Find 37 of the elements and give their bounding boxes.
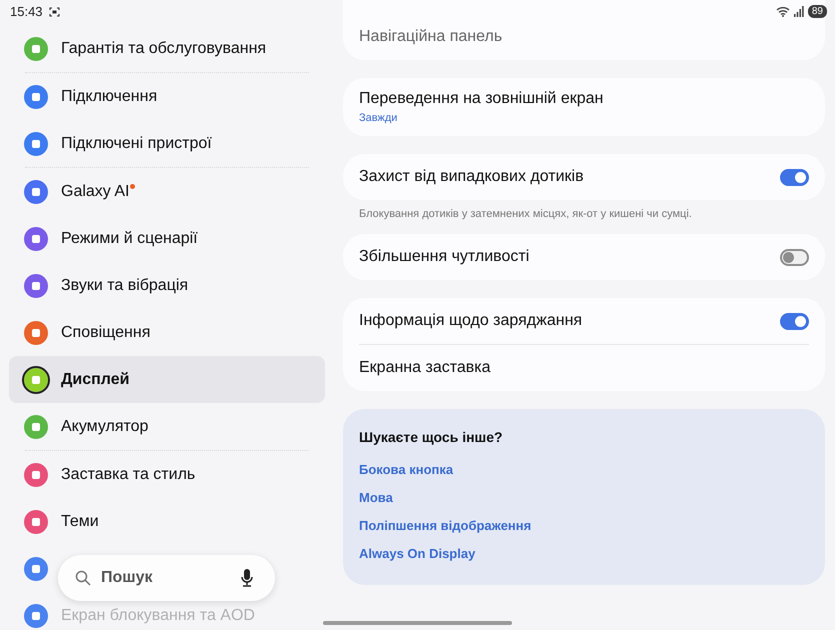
setting-title[interactable]: Збільшення чутливості	[359, 248, 530, 266]
suggestion-link[interactable]: Always On Display	[359, 546, 476, 561]
setting-title[interactable]: Переведення на зовнішній екран	[359, 90, 604, 108]
sidebar-item[interactable]: Galaxy AI	[61, 182, 130, 200]
screenshot-icon	[48, 6, 60, 16]
setting-title[interactable]: Екранна заставка	[359, 359, 491, 377]
toggle-switch[interactable]	[780, 168, 809, 186]
sidebar-item[interactable]: Дисплей	[61, 370, 130, 388]
signal-icon	[794, 6, 804, 17]
toggle-switch[interactable]	[780, 248, 809, 266]
setting-description: Блокування дотиків у затемнених місцях, як-от у кишені чи сумці.	[358, 207, 693, 222]
sidebar-item[interactable]: Підключення	[61, 88, 158, 106]
setting-title[interactable]: Навігаційна панель	[359, 28, 502, 46]
setting-value: Завжди	[359, 112, 398, 124]
search-field[interactable]: Пошук	[99, 568, 233, 588]
sidebar-item[interactable]: Режими й сценарії	[61, 230, 198, 248]
sidebar-item[interactable]: Теми	[61, 512, 99, 530]
sidebar-item[interactable]: Сповіщення	[61, 324, 150, 342]
sidebar-item[interactable]: Звуки та вібрація	[61, 276, 188, 294]
search-icon	[75, 570, 91, 586]
suggestion-link[interactable]: Мова	[359, 490, 393, 505]
sidebar-item[interactable]: Гарантія та обслуговування	[61, 40, 266, 58]
setting-title[interactable]: Захист від випадкових дотиків	[359, 168, 584, 186]
category-icon[interactable]	[24, 368, 48, 392]
toggle-switch[interactable]	[780, 312, 809, 330]
sidebar-item[interactable]: Заставка та стиль	[61, 466, 196, 484]
sidebar-item[interactable]: Підключені пристрої	[61, 134, 212, 152]
battery-level: 89	[808, 5, 827, 18]
wifi-icon	[776, 6, 790, 17]
search-bar[interactable]: Пошук	[58, 555, 275, 601]
microphone-icon[interactable]	[241, 569, 253, 587]
suggestion-link[interactable]: Поліпшення відображення	[359, 518, 532, 533]
status-time: 15:43	[10, 4, 43, 19]
setting-title[interactable]: Інформація щодо заряджання	[359, 312, 582, 330]
sidebar-item[interactable]: Акумулятор	[61, 418, 148, 436]
suggestions-title: Шукаєте щось інше?	[359, 429, 503, 445]
suggestion-link[interactable]: Бокова кнопка	[359, 462, 454, 477]
